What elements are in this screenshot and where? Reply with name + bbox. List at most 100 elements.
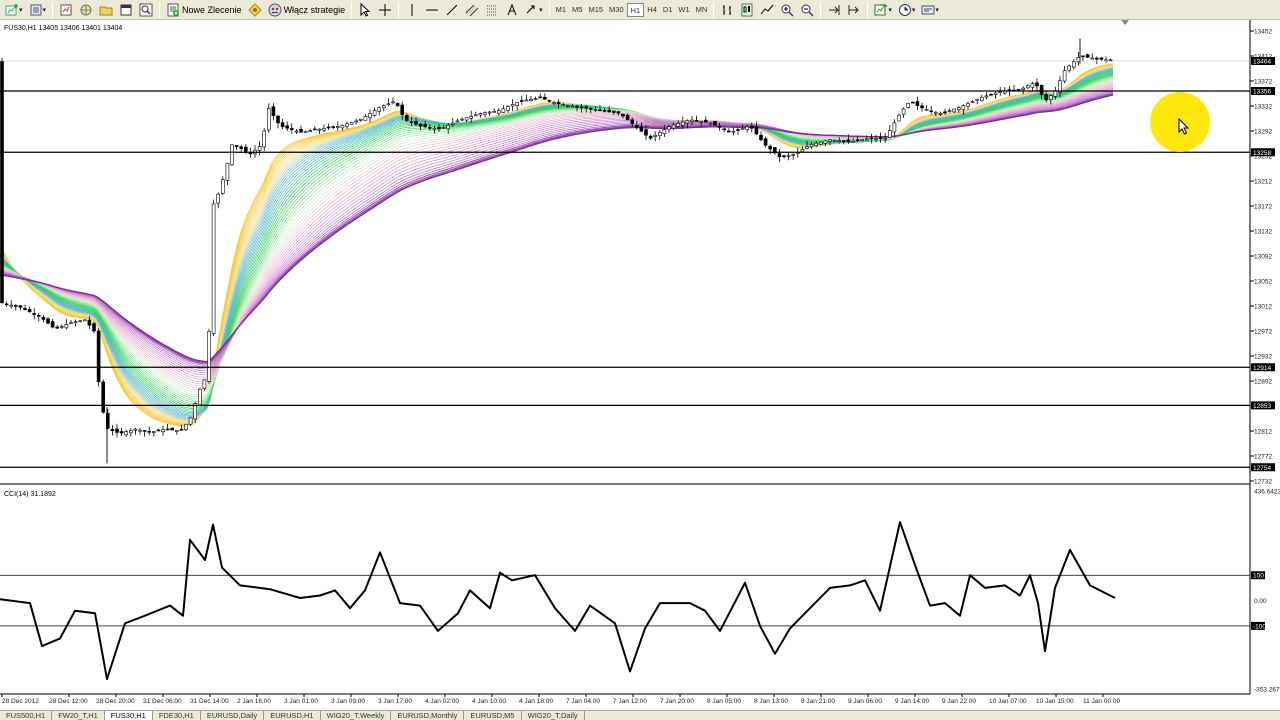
candle-body	[276, 115, 280, 124]
candle-body	[680, 121, 685, 126]
candle-body	[464, 117, 469, 121]
candle-body	[657, 132, 662, 136]
line-chart-icon	[760, 4, 774, 14]
chart-tab[interactable]: FDE30,H1	[153, 711, 201, 720]
candle-body	[556, 101, 561, 104]
chart-shift-button[interactable]	[844, 1, 864, 19]
templates-button[interactable]: ▾	[918, 1, 942, 19]
data-window-button[interactable]	[96, 1, 116, 19]
candle-body	[1030, 83, 1035, 88]
price-badge-label: 13404	[1253, 59, 1271, 66]
price-label: 12772	[1254, 454, 1272, 461]
toolbar-separator	[52, 1, 54, 18]
chart-tab[interactable]: FUS30,H1	[104, 711, 153, 720]
candle-body	[634, 125, 639, 128]
time-label: 10 Jan 15:00	[1036, 698, 1074, 705]
profiles-button[interactable]: ▾	[26, 1, 50, 19]
market-watch-button[interactable]	[56, 1, 76, 19]
candle-body	[897, 114, 901, 122]
bar-chart-button[interactable]	[717, 1, 737, 19]
arrows-button[interactable]: ▾	[522, 1, 546, 19]
vertical-line-button[interactable]	[402, 1, 422, 19]
cursor-tool-button[interactable]	[355, 1, 375, 19]
timeframe-m1[interactable]: M1	[553, 3, 569, 17]
market-watch-icon	[60, 4, 72, 15]
trendline-button[interactable]	[442, 1, 462, 19]
channel-button[interactable]	[462, 1, 482, 19]
price-label: 13172	[1254, 204, 1272, 211]
timeframe-mn[interactable]: MN	[693, 3, 711, 17]
candle-body	[920, 105, 924, 109]
chart-tab[interactable]: EURUSD,M5	[464, 711, 522, 720]
candle-body	[837, 140, 842, 143]
candle-body	[1026, 85, 1030, 89]
zoom-out-button[interactable]	[797, 1, 817, 19]
candle-body	[1072, 61, 1076, 68]
terminal-button[interactable]	[116, 1, 136, 19]
timeframe-m15[interactable]: M15	[585, 3, 606, 17]
horizontal-line-button[interactable]	[422, 1, 442, 19]
text-tool-button[interactable]	[502, 1, 522, 19]
candle-chart-button[interactable]	[737, 1, 757, 19]
navigator-button[interactable]	[76, 1, 96, 19]
chart-symbol-header: FUS30,H1 13405 13406 13401 13404	[4, 25, 122, 32]
candle-body	[777, 153, 782, 158]
timeframe-w1[interactable]: W1	[675, 3, 692, 17]
candle-body	[50, 321, 55, 328]
chart-tab[interactable]: EURUSD,Daily	[201, 711, 265, 720]
periods-button[interactable]: ▾	[895, 1, 919, 19]
indicators-button[interactable]: ▾	[871, 1, 895, 19]
candle-body	[731, 130, 736, 133]
chart-tab[interactable]: EURUSD,H1	[264, 711, 321, 720]
candle-body	[23, 308, 27, 310]
timeframe-h1[interactable]: H1	[626, 2, 645, 17]
crosshair-icon	[379, 3, 392, 16]
candle-body	[584, 106, 589, 109]
chart-tab[interactable]: FW20_T,H1	[52, 711, 105, 720]
dropdown-arrow-icon: ▾	[911, 5, 916, 14]
autotrading-button[interactable]: Włącz strategie	[265, 1, 349, 19]
candle-body	[892, 122, 897, 133]
candle-body	[745, 126, 750, 131]
metaeditor-button[interactable]	[245, 1, 265, 19]
time-label: 28 Dec 20:00	[96, 698, 135, 705]
new-order-button[interactable]: Nowe Zlecenie	[163, 1, 245, 19]
candle-body	[483, 112, 487, 115]
chart-tab[interactable]: WIG20_T,Weekly	[321, 711, 392, 720]
new-chart-button[interactable]: ▾	[2, 1, 26, 19]
time-label: 7 Jan 12:00	[613, 698, 647, 705]
candle-body	[400, 104, 405, 115]
autoscroll-button[interactable]	[824, 1, 844, 19]
candle-body	[989, 93, 993, 96]
strategy-tester-button[interactable]	[136, 1, 156, 19]
toolbar-separator	[713, 1, 715, 18]
magnifier-icon	[139, 3, 153, 16]
chart-tab[interactable]: WIG20_T,Daily	[522, 711, 585, 720]
price-label: 13332	[1254, 104, 1272, 111]
fibonacci-button[interactable]	[482, 1, 502, 19]
timeframe-h4[interactable]: H4	[644, 3, 660, 17]
chart-tabs: FUS500,H1 FW20_T,H1 FUS30,H1 FDE30,H1 EURUSD…	[0, 710, 1280, 720]
crosshair-button[interactable]	[375, 1, 395, 19]
candle-body	[814, 142, 819, 146]
candle-body	[46, 318, 50, 324]
timeframe-m5[interactable]: M5	[569, 3, 585, 17]
candle-body	[170, 427, 174, 431]
chart-tab[interactable]: EURUSD,Monthly	[391, 711, 465, 720]
candle-body	[32, 313, 37, 315]
candle-body	[841, 140, 846, 142]
candle-body	[331, 126, 336, 128]
line-chart-button[interactable]	[757, 1, 777, 19]
candle-body	[248, 152, 253, 155]
zoom-in-button[interactable]	[777, 1, 797, 19]
chart-tab[interactable]: FUS500,H1	[0, 711, 53, 720]
price-chart[interactable]: 1345213412133721333213292132521321213172…	[0, 20, 1280, 710]
candle-body	[625, 114, 630, 121]
candle-body	[782, 155, 786, 158]
timeframe-d1[interactable]: D1	[660, 3, 676, 17]
timeframe-m30[interactable]: M30	[606, 3, 627, 17]
candle-body	[437, 127, 441, 130]
candle-body	[391, 101, 395, 104]
candle-body	[956, 107, 961, 110]
candle-body	[78, 320, 82, 323]
